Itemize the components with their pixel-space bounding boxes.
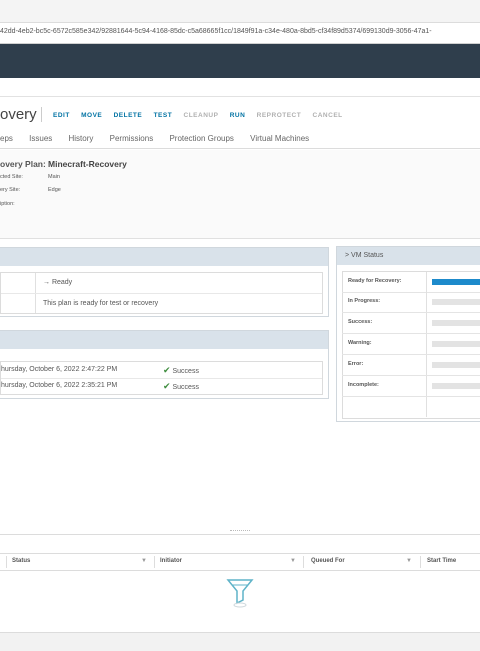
funnel-icon[interactable]: ▼ bbox=[141, 558, 147, 564]
vm-row-divider bbox=[426, 355, 427, 375]
recovery-site-value: Edge bbox=[48, 187, 61, 193]
column-divider bbox=[154, 556, 155, 568]
column-divider bbox=[303, 556, 304, 568]
vm-row-divider bbox=[426, 292, 427, 312]
plan-summary: overy Plan: Minecraft-Recovery cted Site… bbox=[0, 150, 480, 239]
tab-issues[interactable]: Issues bbox=[29, 134, 52, 143]
vm-status-progress-bar bbox=[432, 299, 480, 305]
history-box: hursday, October 6, 2022 2:47:22 PM ✔ Su… bbox=[0, 361, 323, 395]
vm-status-row: Error: bbox=[342, 355, 480, 376]
funnel-icon[interactable]: ▼ bbox=[290, 558, 296, 564]
vm-status-header[interactable]: > VM Status bbox=[337, 247, 480, 265]
vm-status-row: Warning: bbox=[342, 334, 480, 355]
column-divider bbox=[420, 556, 421, 568]
history-date: hursday, October 6, 2022 2:35:21 PM bbox=[1, 382, 118, 389]
vm-status-label: Warning: bbox=[348, 340, 372, 346]
cancel-button[interactable]: CANCEL bbox=[313, 112, 343, 119]
vm-status-progress-fill bbox=[432, 279, 480, 285]
panel-divider bbox=[0, 534, 480, 535]
vm-row-divider bbox=[426, 376, 427, 396]
history-result-text: Success bbox=[172, 384, 199, 391]
tab-history[interactable]: History bbox=[69, 134, 94, 143]
action-bar: EDIT MOVE DELETE TEST CLEANUP RUN REPROT… bbox=[53, 112, 352, 119]
plan-name: Minecraft-Recovery bbox=[48, 159, 127, 169]
tasks-table-header: Status ▼ Initiator ▼ Queued For ▼ Start … bbox=[0, 553, 480, 571]
plan-status-card: → Ready This plan is ready for test or r… bbox=[0, 247, 329, 317]
browser-toolbar bbox=[0, 0, 480, 23]
status-footer bbox=[0, 632, 480, 651]
sub-toolbar bbox=[0, 78, 480, 97]
vm-status-progress-bar bbox=[432, 383, 480, 389]
vm-status-label: Error: bbox=[348, 361, 364, 367]
plan-status-value: → Ready bbox=[43, 279, 73, 286]
recovery-site-label: ery Site: bbox=[0, 187, 21, 193]
description-label: iption: bbox=[0, 201, 15, 207]
test-button[interactable]: TEST bbox=[154, 112, 173, 119]
funnel-icon[interactable]: ▼ bbox=[406, 558, 412, 564]
vm-status-title: > VM Status bbox=[345, 252, 384, 259]
history-row-divider bbox=[1, 378, 322, 379]
vm-status-label: Incomplete: bbox=[348, 382, 379, 388]
vm-status-label: Ready for Recovery: bbox=[348, 278, 402, 284]
reprotect-button[interactable]: REPROTECT bbox=[257, 112, 302, 119]
tab-recovery-steps[interactable]: eps bbox=[0, 134, 13, 143]
vm-row-divider bbox=[426, 334, 427, 354]
vm-status-row: Success: bbox=[342, 313, 480, 334]
history-result-text: Success bbox=[172, 368, 199, 375]
column-queued-for[interactable]: Queued For bbox=[311, 558, 345, 564]
cleanup-button[interactable]: CLEANUP bbox=[184, 112, 219, 119]
protected-site-label: cted Site: bbox=[0, 174, 23, 180]
vm-status-progress-bar bbox=[432, 362, 480, 368]
plan-label: overy Plan: bbox=[0, 159, 46, 169]
tab-protection-groups[interactable]: Protection Groups bbox=[169, 134, 233, 143]
recent-history-card: hursday, October 6, 2022 2:47:22 PM ✔ Su… bbox=[0, 330, 329, 399]
column-initiator[interactable]: Initiator bbox=[160, 558, 182, 564]
column-divider bbox=[6, 556, 7, 568]
address-url[interactable]: 42dd-4eb2-bc5c-6572c585e342/92881644-5c9… bbox=[0, 28, 432, 35]
move-button[interactable]: MOVE bbox=[81, 112, 102, 119]
vm-status-row: Incomplete: bbox=[342, 376, 480, 397]
vm-row-divider bbox=[426, 272, 427, 292]
checkmark-icon: ✔ bbox=[163, 365, 171, 375]
vm-status-card: > VM Status Ready for Recovery: In Progr… bbox=[336, 246, 480, 422]
plan-status-message: This plan is ready for test or recovery bbox=[43, 300, 159, 307]
delete-button[interactable]: DELETE bbox=[114, 112, 143, 119]
page-title: overy bbox=[0, 106, 37, 123]
history-result: ✔ Success bbox=[163, 381, 199, 392]
vm-status-label: Success: bbox=[348, 319, 373, 325]
status-row-divider bbox=[1, 293, 322, 294]
tab-bar: eps Issues History Permissions Protectio… bbox=[0, 134, 323, 143]
column-status[interactable]: Status bbox=[12, 558, 30, 564]
edit-button[interactable]: EDIT bbox=[53, 112, 70, 119]
plan-status-card-header bbox=[0, 248, 328, 266]
vm-status-row: In Progress: bbox=[342, 292, 480, 313]
panel-resize-handle[interactable] bbox=[230, 530, 250, 533]
vm-row-divider bbox=[426, 397, 427, 417]
address-bar[interactable]: 42dd-4eb2-bc5c-6572c585e342/92881644-5c9… bbox=[0, 23, 480, 44]
protected-site-value: Main bbox=[48, 174, 60, 180]
app-header bbox=[0, 44, 480, 78]
plan-title-area: overy EDIT MOVE DELETE TEST CLEANUP RUN … bbox=[0, 100, 480, 149]
history-date: hursday, October 6, 2022 2:47:22 PM bbox=[1, 366, 118, 373]
run-button[interactable]: RUN bbox=[230, 112, 246, 119]
tab-permissions[interactable]: Permissions bbox=[110, 134, 154, 143]
title-divider bbox=[41, 107, 42, 122]
vm-status-row: Ready for Recovery: bbox=[342, 272, 480, 293]
vm-status-label: In Progress: bbox=[348, 298, 381, 304]
vm-status-progress-bar bbox=[432, 341, 480, 347]
vm-row-divider bbox=[426, 313, 427, 333]
history-result: ✔ Success bbox=[163, 365, 199, 376]
checkmark-icon: ✔ bbox=[163, 381, 171, 391]
vm-status-progress-bar bbox=[432, 320, 480, 326]
tab-virtual-machines[interactable]: Virtual Machines bbox=[250, 134, 309, 143]
recent-history-card-header bbox=[0, 331, 328, 349]
column-start-time[interactable]: Start Time bbox=[427, 558, 456, 564]
empty-funnel-icon bbox=[226, 578, 254, 613]
vm-status-progress-bar bbox=[432, 279, 480, 285]
plan-status-box: → Ready This plan is ready for test or r… bbox=[0, 272, 323, 314]
